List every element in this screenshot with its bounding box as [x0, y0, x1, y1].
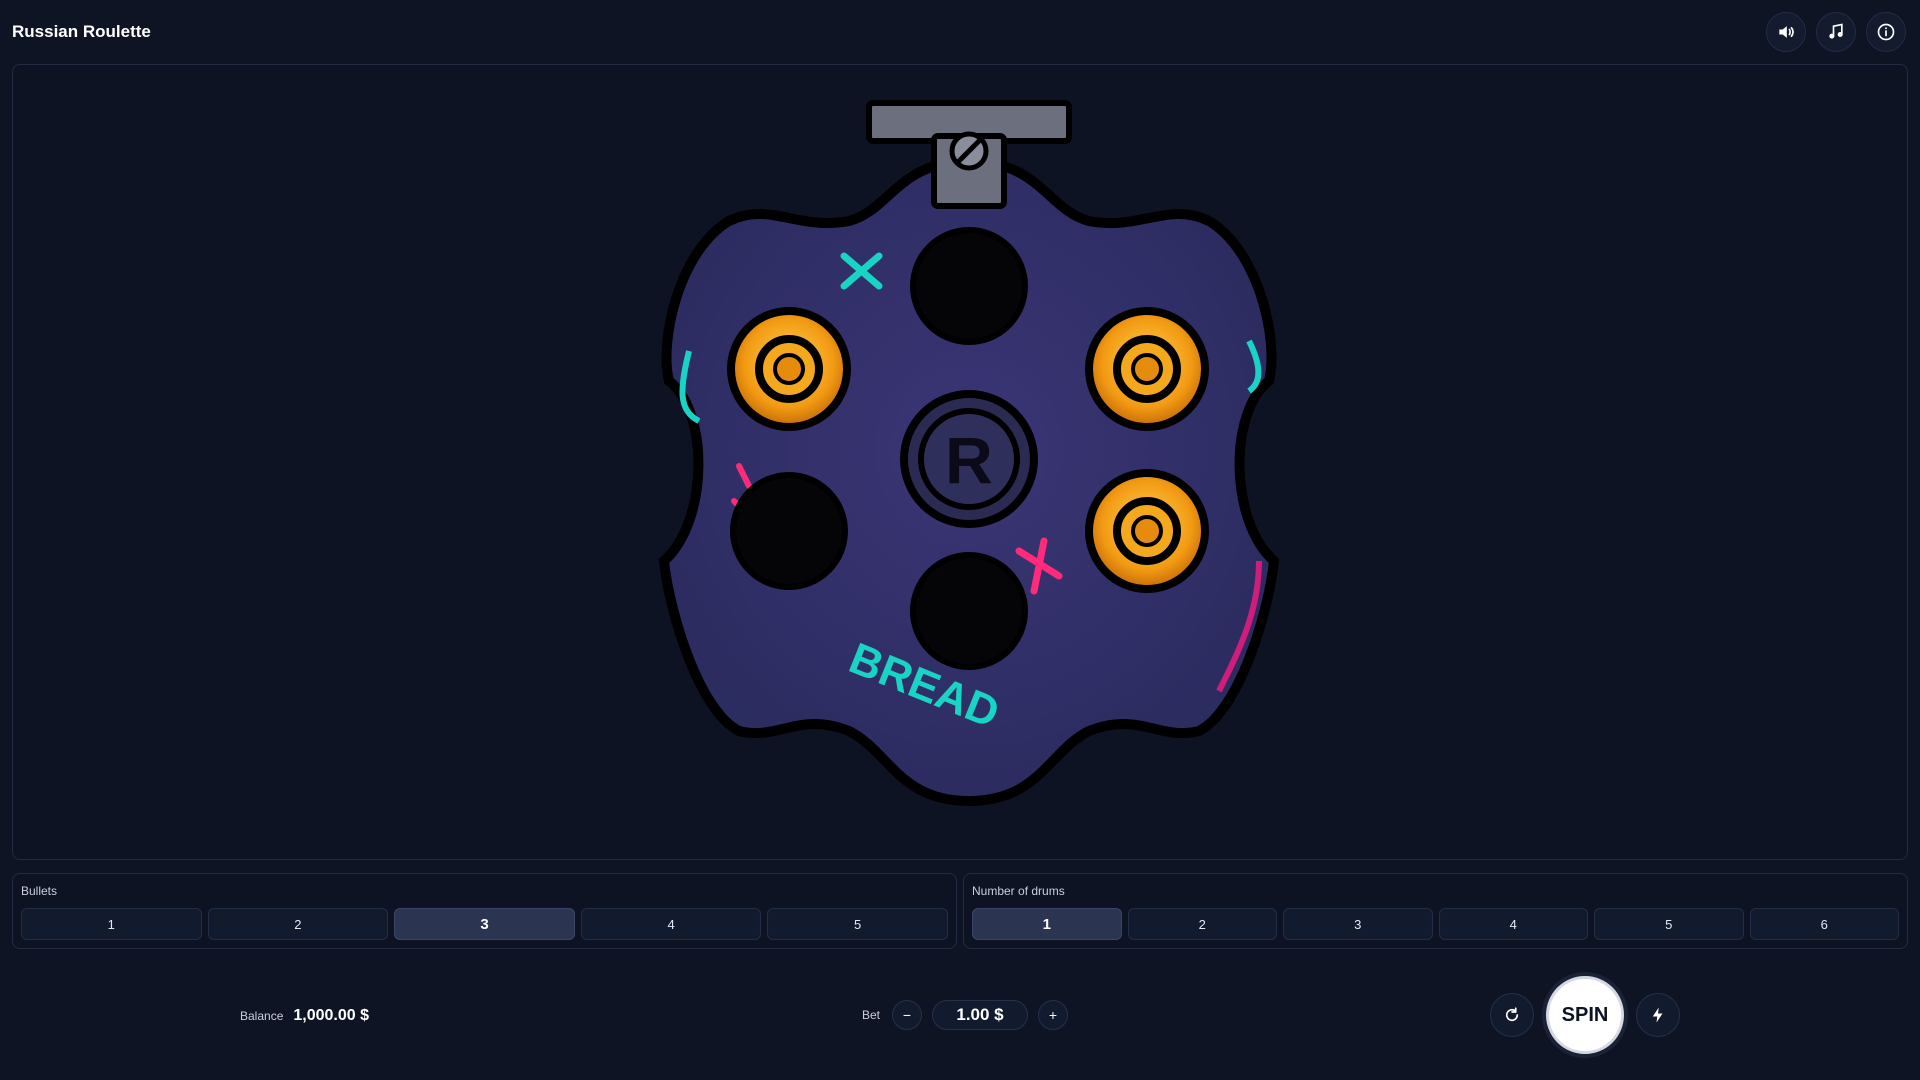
bullets-label: Bullets [21, 884, 58, 898]
drums-panel: Number of drums 123456 [963, 873, 1908, 949]
bullets-option-4[interactable]: 4 [580, 908, 762, 940]
drums-option-2[interactable]: 2 [1127, 908, 1277, 940]
bullets-option-2[interactable]: 2 [207, 908, 389, 940]
drums-options: 123456 [972, 908, 1899, 940]
sound-button[interactable] [1766, 12, 1806, 52]
bet-label: Bet [862, 1008, 881, 1022]
music-button[interactable] [1816, 12, 1856, 52]
emblem-letter: R [945, 423, 993, 497]
chamber-loaded [1085, 307, 1209, 431]
drums-option-4[interactable]: 4 [1438, 908, 1588, 940]
bottom-bar: Balance 1,000.00 $ Bet − 1.00 $ + SPIN [0, 960, 1920, 1080]
center-emblem: R [900, 390, 1038, 528]
repeat-button[interactable] [1490, 993, 1534, 1037]
bet-control: Bet − 1.00 $ + [862, 1000, 1069, 1030]
repeat-icon [1505, 1007, 1519, 1022]
app-title: Russian Roulette [12, 22, 151, 41]
top-icons [1766, 12, 1906, 52]
game-stage: BREAD R [12, 64, 1908, 860]
info-button[interactable] [1866, 12, 1906, 52]
balance-label: Balance [240, 1009, 284, 1023]
bet-value[interactable]: 1.00 $ [932, 1000, 1029, 1030]
balance: Balance 1,000.00 $ [240, 1007, 369, 1025]
chamber-empty [730, 472, 848, 590]
spin-button[interactable]: SPIN [1546, 976, 1624, 1054]
chamber-empty [910, 552, 1028, 670]
drums-option-5[interactable]: 5 [1594, 908, 1744, 940]
bet-decrease-button[interactable]: − [892, 1000, 923, 1030]
bullets-option-1[interactable]: 1 [21, 908, 202, 940]
drums-option-1[interactable]: 1 [972, 908, 1122, 940]
revolver-cylinder: BREAD R [619, 91, 1319, 831]
info-icon [1877, 23, 1895, 41]
bullets-options: 12345 [21, 908, 948, 940]
speaker-icon [1779, 26, 1794, 38]
action-buttons: SPIN [1490, 976, 1680, 1054]
turbo-button[interactable] [1636, 993, 1680, 1037]
lightning-icon [1652, 1007, 1663, 1023]
top-bar: Russian Roulette [0, 0, 1920, 64]
bullets-option-5[interactable]: 5 [767, 908, 948, 940]
balance-value: 1,000.00 $ [293, 1007, 369, 1024]
chamber-loaded [1085, 469, 1209, 593]
bet-increase-button[interactable]: + [1038, 1000, 1069, 1030]
drums-option-6[interactable]: 6 [1749, 908, 1899, 940]
drums-label: Number of drums [972, 884, 1065, 898]
chamber-empty [910, 227, 1028, 345]
chamber-loaded [727, 307, 851, 431]
bullets-option-3[interactable]: 3 [394, 908, 575, 940]
drums-option-3[interactable]: 3 [1283, 908, 1433, 940]
cylinder-graphic: BREAD R [658, 100, 1280, 807]
music-note-icon [1829, 23, 1843, 39]
bullets-panel: Bullets 12345 [12, 873, 957, 949]
